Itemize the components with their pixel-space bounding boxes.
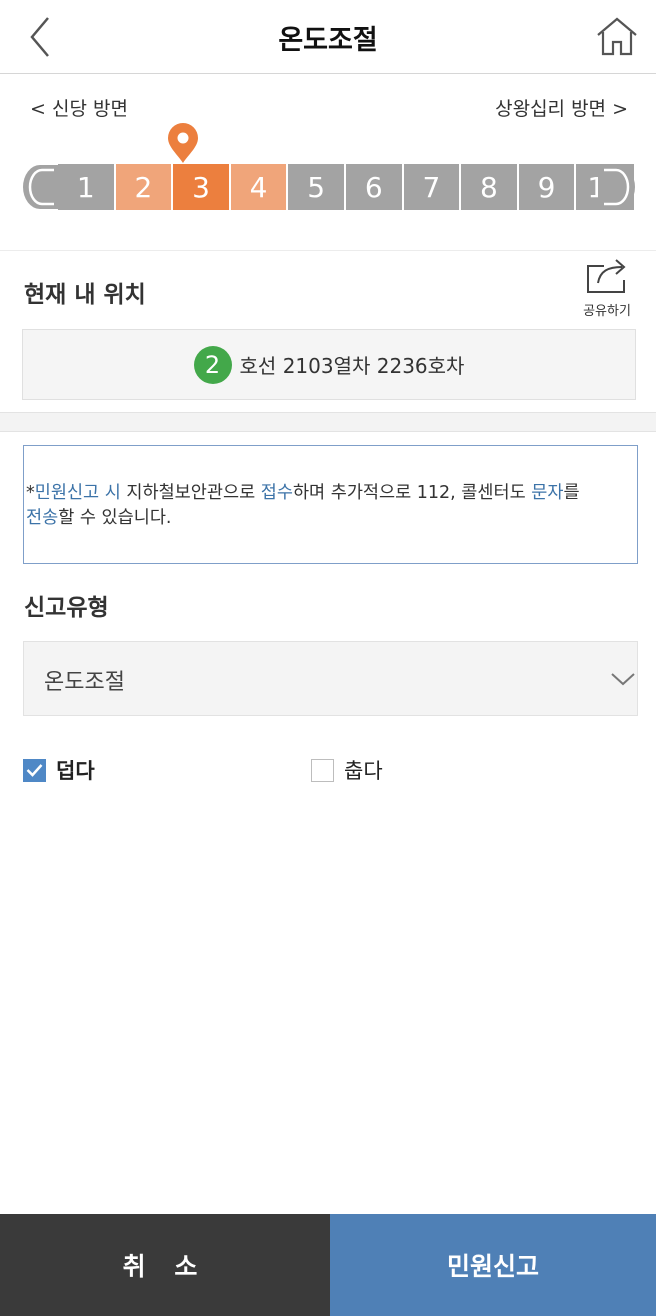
cancel-button[interactable]: 취 소 [0, 1214, 330, 1316]
report-type-value: 온도조절 [44, 670, 125, 695]
app-header: 온도조절 [0, 0, 656, 74]
notice-text: 하며 추가적으로 112, 콜센터도 [292, 483, 532, 503]
location-pin-icon [168, 123, 198, 163]
notice-text: 를 [563, 483, 580, 503]
divider [0, 250, 656, 251]
cold-checkbox[interactable] [311, 758, 334, 782]
train-front-right-icon [598, 165, 635, 209]
train-cars: 12345678910 [58, 164, 634, 210]
checkmark-icon [26, 764, 43, 777]
current-location-box: 2 호선 2103열차 2236호차 [22, 329, 636, 400]
page-title: 온도조절 [278, 25, 378, 56]
notice-text: * [26, 483, 35, 503]
location-section-title: 현재 내 위치 [24, 282, 146, 308]
train-car-1[interactable]: 1 [58, 164, 116, 210]
option-hot[interactable]: 덥다 [23, 756, 95, 784]
notice-text: 할 수 있습니다. [58, 508, 172, 528]
direction-right-label: 상왕십리 방면 > [495, 98, 628, 120]
report-notice: *민원신고 시 지하철보안관으로 접수하며 추가적으로 112, 콜센터도 문자… [23, 445, 638, 564]
hot-checkbox[interactable] [23, 758, 46, 782]
notice-text: 지하철보안관으로 [120, 483, 261, 503]
notice-highlight: 민원신고 시 [34, 483, 121, 503]
submit-report-button[interactable]: 민원신고 [330, 1214, 656, 1316]
train-car-5[interactable]: 5 [288, 164, 346, 210]
share-icon [587, 259, 626, 293]
current-location-text: 호선 2103열차 2236호차 [239, 354, 465, 378]
train-car-strip: 12345678910 [22, 164, 636, 210]
train-car-7[interactable]: 7 [403, 164, 462, 210]
notice-highlight: 전송 [26, 508, 59, 528]
train-car-4[interactable]: 4 [230, 164, 289, 210]
train-car-6[interactable]: 6 [345, 164, 404, 210]
share-label: 공유하기 [583, 304, 631, 319]
share-button[interactable]: 공유하기 [574, 254, 640, 324]
option-cold[interactable]: 춥다 [311, 756, 383, 784]
chevron-down-icon [611, 673, 635, 686]
notice-highlight: 문자 [531, 483, 564, 503]
train-car-9[interactable]: 9 [518, 164, 577, 210]
hot-label: 덥다 [56, 759, 95, 783]
home-icon [597, 17, 637, 56]
home-button[interactable] [594, 14, 640, 60]
cold-label: 춥다 [344, 759, 383, 783]
notice-highlight: 접수 [260, 483, 293, 503]
train-car-8[interactable]: 8 [461, 164, 519, 210]
section-separator [0, 412, 656, 432]
train-front-left-icon [23, 165, 60, 209]
report-type-select[interactable]: 온도조절 [23, 641, 638, 716]
direction-left-label: < 신당 방면 [30, 98, 128, 120]
train-car-3[interactable]: 3 [173, 164, 231, 210]
train-car-2[interactable]: 2 [115, 164, 174, 210]
report-type-title: 신고유형 [24, 595, 109, 621]
line-number-badge: 2 [193, 345, 232, 384]
